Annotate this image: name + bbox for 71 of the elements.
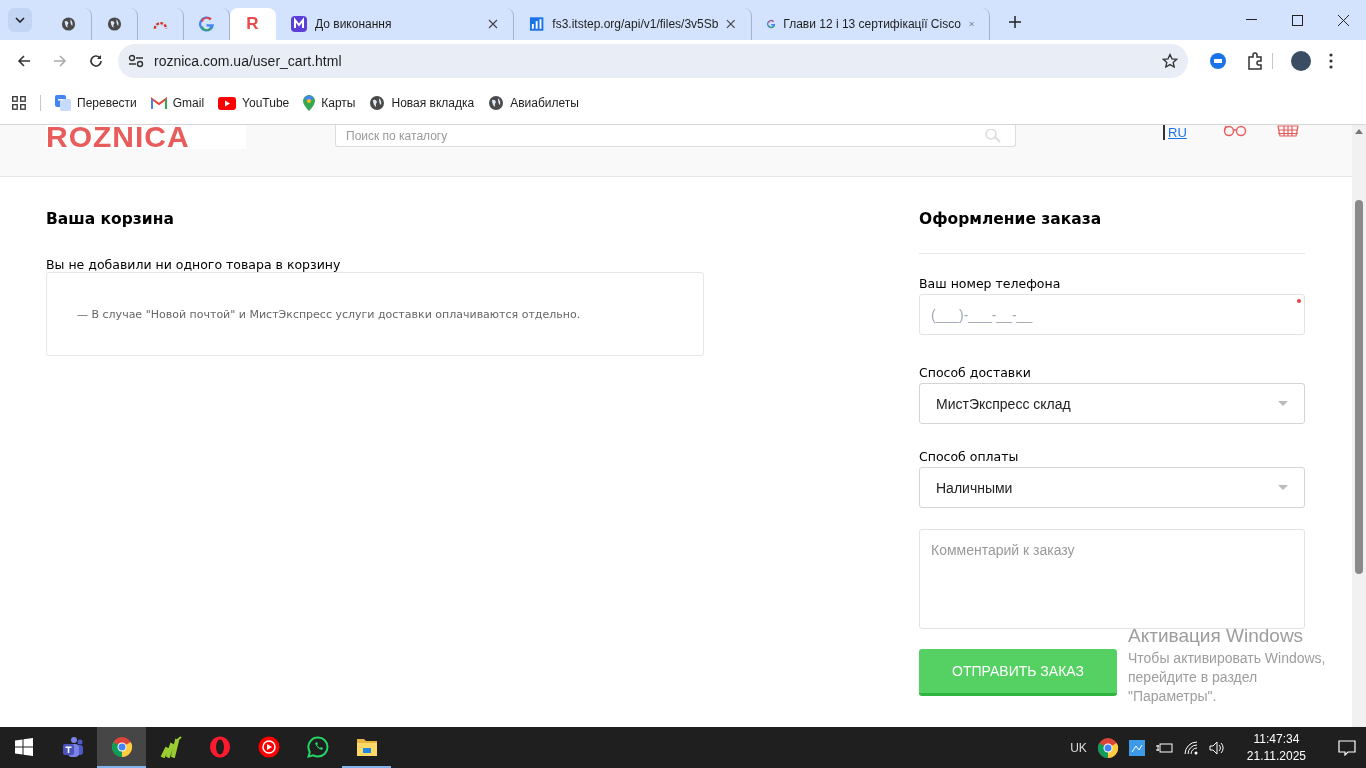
payment-select[interactable]: Наличными xyxy=(919,467,1305,508)
globe-icon xyxy=(369,95,386,111)
delivery-select[interactable]: МистЭкспресс склад xyxy=(919,383,1305,424)
browser-tab[interactable]: R xyxy=(230,8,276,40)
chrome-icon[interactable] xyxy=(1096,736,1119,759)
caret-icon xyxy=(1278,401,1288,406)
minimize-icon[interactable] xyxy=(1245,19,1257,21)
opera-icon[interactable] xyxy=(208,735,231,758)
checkout-title: Оформление заказа xyxy=(919,209,1103,230)
clock[interactable]: 11:47:34 21.11.2025 xyxy=(1240,729,1312,766)
extension-badge-icon[interactable] xyxy=(1210,53,1226,69)
network-app-icon[interactable] xyxy=(1128,739,1145,756)
phone-field[interactable]: (___)-___-__-__ xyxy=(919,294,1305,335)
close-icon[interactable] xyxy=(726,19,736,29)
menu-icon[interactable] xyxy=(1329,53,1333,69)
empty-cart-message: Вы не добавили ни одного товара в корзину xyxy=(46,257,342,272)
globe-icon xyxy=(488,95,505,111)
delivery-note: — В случае "Новой почтой" и МистЭкспресс услуги доставки оплачиваются отдельно. xyxy=(77,307,581,321)
chat-bubble-icon[interactable] xyxy=(306,735,329,758)
activation-text: Чтобы активировать Windows, перейдите в раздел "Параметры". xyxy=(1128,649,1327,706)
scrollbar-thumb[interactable] xyxy=(1355,200,1363,574)
battery-icon[interactable] xyxy=(1154,741,1173,754)
tab-list-button[interactable] xyxy=(8,8,32,32)
puzzle-icon[interactable] xyxy=(1246,52,1264,70)
globe-icon xyxy=(107,16,122,32)
bookmark[interactable]: Авиабилеты xyxy=(488,95,579,111)
maximize-icon[interactable] xyxy=(1291,14,1303,26)
bookmark[interactable]: Перевести xyxy=(55,95,137,111)
field-label: Способ оплаты xyxy=(919,449,1020,464)
taskbar-button[interactable] xyxy=(97,727,146,768)
folder-icon[interactable] xyxy=(355,736,378,757)
glasses-icon[interactable] xyxy=(1222,125,1247,137)
basket-icon[interactable] xyxy=(1276,125,1299,137)
scroll-up-icon[interactable] xyxy=(1355,129,1363,134)
comment-field[interactable]: Комментарий к заказу xyxy=(919,529,1305,629)
mail-icon xyxy=(150,97,167,109)
globe-icon xyxy=(61,16,76,32)
profile-avatar[interactable] xyxy=(1291,51,1311,71)
music-play-icon[interactable] xyxy=(257,735,280,758)
close-icon[interactable] xyxy=(488,19,498,29)
volume-icon[interactable] xyxy=(1208,740,1225,755)
search-field[interactable]: Поиск по каталогу xyxy=(335,125,1016,147)
field-label: Ваш номер телефона xyxy=(919,276,1062,291)
field-label: Способ доставки xyxy=(919,365,1032,380)
star-icon[interactable] xyxy=(1162,53,1178,69)
caret-icon xyxy=(15,17,25,23)
chrome-icon[interactable] xyxy=(110,735,133,758)
close-icon[interactable] xyxy=(1337,14,1349,26)
bookmark[interactable]: Gmail xyxy=(150,96,205,110)
teams-icon[interactable] xyxy=(61,735,84,758)
favicon-letter: R xyxy=(246,16,259,32)
address-bar[interactable]: roznica.com.ua/user_cart.html xyxy=(118,44,1188,78)
g-logo-icon xyxy=(199,16,214,32)
notification-icon[interactable] xyxy=(1338,739,1356,756)
bars-app-icon[interactable] xyxy=(159,735,182,758)
map-pin-icon xyxy=(303,95,316,111)
translate-icon xyxy=(55,95,71,111)
language-link[interactable]: RU xyxy=(1163,125,1187,140)
bookmark[interactable]: Карты xyxy=(303,95,356,111)
url-text: roznica.com.ua/user_cart.html xyxy=(154,53,343,69)
site-settings-icon[interactable] xyxy=(128,54,144,68)
wifi-icon[interactable] xyxy=(1182,740,1199,755)
m-logo-icon xyxy=(291,16,307,32)
apps-grid-icon[interactable] xyxy=(12,96,26,110)
bookmark[interactable]: Новая вкладка xyxy=(369,95,475,111)
caret-icon xyxy=(1278,485,1288,490)
input-language[interactable]: UK xyxy=(1070,740,1087,755)
cart-title: Ваша корзина xyxy=(46,209,175,230)
play-icon xyxy=(218,96,237,110)
bookmark[interactable]: YouTube xyxy=(218,96,290,110)
chart-file-icon xyxy=(529,16,545,32)
